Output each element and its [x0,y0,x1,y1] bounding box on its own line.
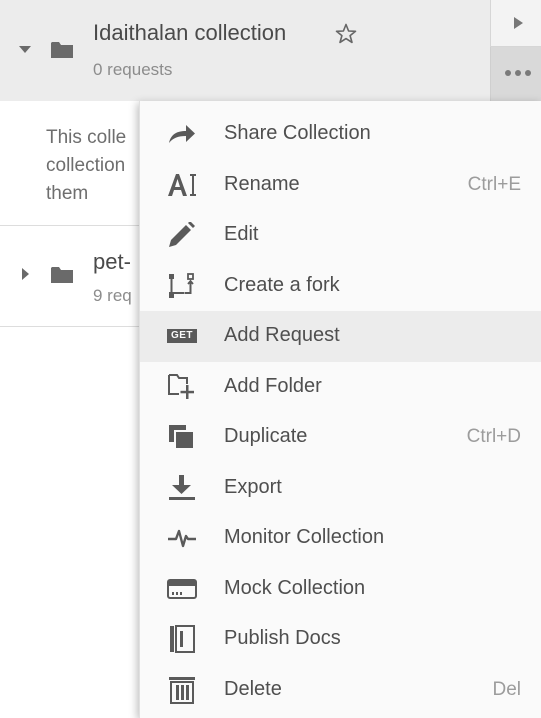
menu-item-publish-docs[interactable]: Publish Docs [140,614,541,665]
docs-icon [166,624,198,654]
menu-item-mock-collection[interactable]: Mock Collection [140,564,541,615]
download-icon [166,473,198,503]
duplicate-icon [166,422,198,452]
add-folder-icon [166,372,198,402]
star-icon[interactable] [334,22,358,46]
share-icon [166,119,198,149]
collection-context-menu: Share Collection Rename Ctrl+E Edit Crea… [139,101,541,718]
get-badge: GET [167,329,197,343]
menu-item-duplicate[interactable]: Duplicate Ctrl+D [140,412,541,463]
menu-item-label: Share Collection [224,122,371,144]
collection-request-count: 0 requests [93,60,173,79]
menu-item-label: Rename [224,172,300,195]
menu-item-label: Add Request [224,324,340,346]
menu-item-add-request[interactable]: GET Add Request [140,311,541,362]
description-line: collection [46,155,126,176]
menu-item-shortcut: Del [492,678,521,700]
menu-item-export[interactable]: Export [140,463,541,514]
menu-item-edit[interactable]: Edit [140,210,541,261]
description-line: them [46,183,89,204]
divider [0,225,140,226]
menu-item-label: Export [224,475,282,498]
menu-item-shortcut: Ctrl+E [467,173,521,195]
menu-item-add-folder[interactable]: Add Folder [140,362,541,413]
collection-title: Idaithalan collection [93,20,287,45]
monitor-icon [166,523,198,553]
menu-item-label: Mock Collection [224,576,366,599]
get-request-icon: GET [166,321,198,351]
menu-item-delete[interactable]: Delete Del [140,665,541,716]
folder-icon [51,42,73,58]
expand-collection-button[interactable] [490,0,541,47]
menu-item-label: Create a fork [224,273,340,296]
pencil-icon [166,220,198,250]
menu-item-share-collection[interactable]: Share Collection [140,109,541,160]
menu-item-monitor-collection[interactable]: Monitor Collection [140,513,541,564]
play-icon [514,17,523,29]
folder-icon [51,267,73,283]
collection-row-selected[interactable]: Idaithalan collection 0 requests [0,0,490,101]
menu-item-rename[interactable]: Rename Ctrl+E [140,160,541,211]
menu-item-label: Add Folder [224,374,322,397]
description-line: This colle [46,127,127,148]
rename-icon [166,170,198,200]
menu-item-create-fork[interactable]: Create a fork [140,261,541,312]
mock-server-icon [166,574,198,604]
more-dots-icon [505,70,531,76]
menu-item-label: Duplicate [224,425,308,447]
menu-item-label: Monitor Collection [224,526,385,548]
menu-item-shortcut: Ctrl+D [466,426,521,447]
more-actions-button[interactable] [490,47,541,101]
collection-request-count: 9 req [93,286,132,305]
fork-icon [166,271,198,301]
menu-item-label: Delete [224,677,282,700]
menu-item-label: Publish Docs [224,627,341,649]
caret-right-icon[interactable] [22,268,29,280]
collection-description: This colle collection them [46,124,146,208]
trash-icon [166,675,198,705]
caret-down-icon[interactable] [19,46,31,53]
menu-item-label: Edit [224,223,259,245]
divider [0,326,140,327]
collection-title: pet- [93,249,131,274]
